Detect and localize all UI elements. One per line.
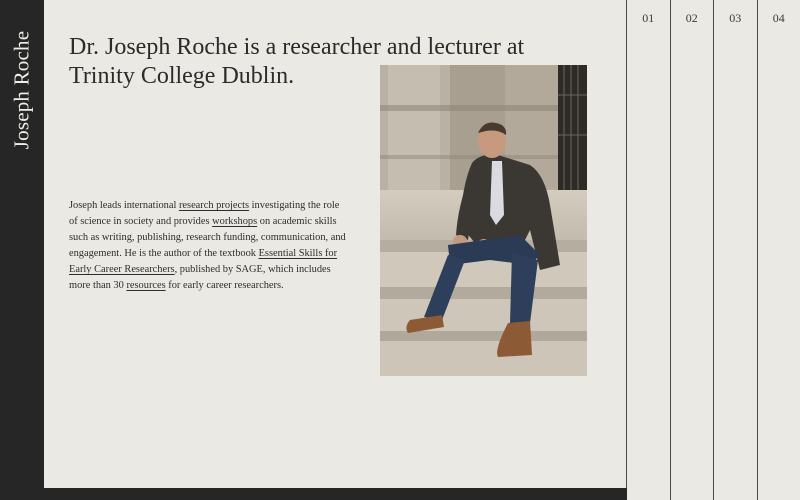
section-nav-item-02[interactable]: 02 <box>669 0 714 500</box>
section-nav-item-01[interactable]: 01 <box>626 0 670 500</box>
page: Joseph Roche Dr. Joseph Roche is a resea… <box>0 0 800 500</box>
section-number: 01 <box>642 11 655 25</box>
section-number: 04 <box>772 11 785 25</box>
bottom-strip <box>0 488 627 500</box>
bio-text: Joseph leads international <box>69 200 179 211</box>
research-projects-link[interactable]: research projects <box>179 200 249 211</box>
bio-text: for early career researchers. <box>165 280 284 291</box>
section-nav-item-03[interactable]: 03 <box>713 0 757 500</box>
portrait-photo <box>380 65 587 376</box>
bio-paragraph: Joseph leads international research proj… <box>69 198 349 294</box>
section-nav-item-04[interactable]: 04 <box>756 0 800 500</box>
section-number: 03 <box>729 11 742 25</box>
sidebar: Joseph Roche <box>0 0 44 500</box>
resources-link[interactable]: resources <box>126 280 165 291</box>
section-number: 02 <box>685 11 698 25</box>
sidebar-name[interactable]: Joseph Roche <box>10 31 35 149</box>
section-nav: 01 02 03 04 <box>626 0 800 500</box>
workshops-link[interactable]: workshops <box>212 216 257 227</box>
